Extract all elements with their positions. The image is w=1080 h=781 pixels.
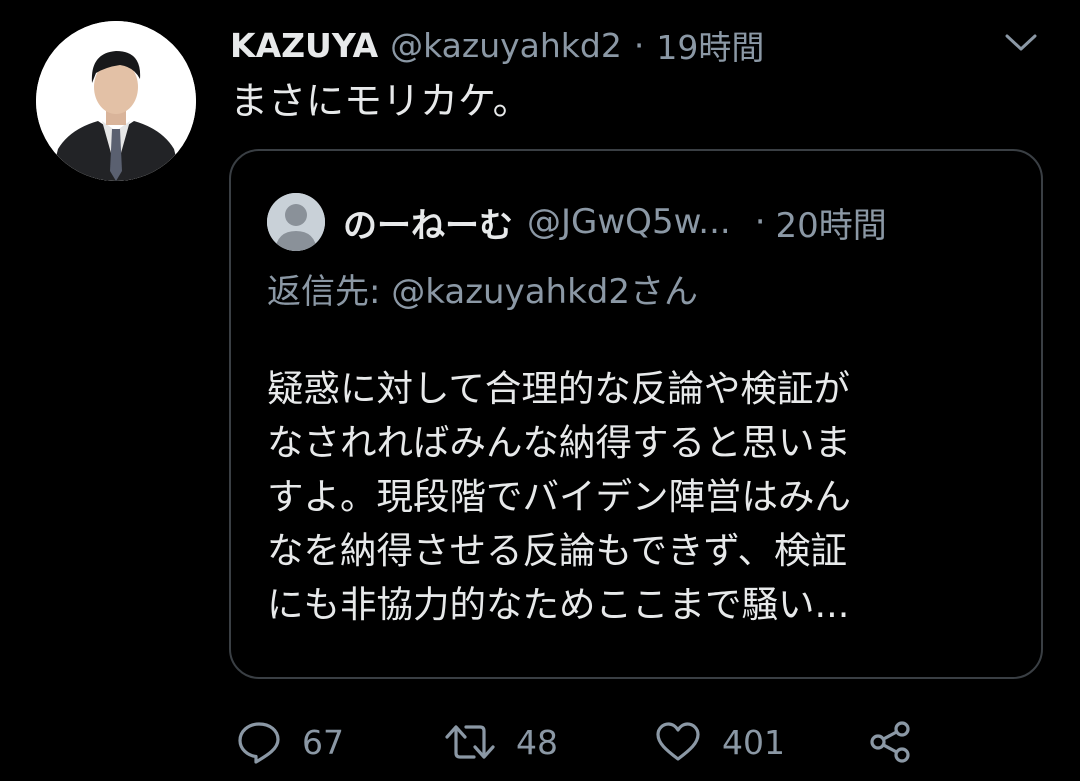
- quoted-text: 疑惑に対して合理的な反論や検証が なされればみんな納得すると思いま すよ。現段階…: [267, 367, 851, 626]
- retweet-icon: [445, 725, 495, 759]
- reply-count: 67: [302, 722, 344, 762]
- tweet-text: まさにモリカケ。: [230, 79, 531, 123]
- heart-icon: [656, 722, 700, 761]
- quoted-header: のーねーむ @JGwQ5w... · 20時間: [343, 193, 887, 251]
- quoted-tweet-card[interactable]: のーねーむ @JGwQ5w... · 20時間 返信先: @kazuyahkd2…: [229, 149, 1043, 679]
- retweet-button[interactable]: 48: [444, 714, 558, 770]
- quoted-avatar: [267, 193, 325, 251]
- reply-to-label: 返信先: @kazuyahkd2さん: [267, 272, 698, 312]
- share-button[interactable]: [866, 714, 914, 770]
- retweet-count: 48: [516, 722, 558, 762]
- like-button[interactable]: 401: [654, 714, 785, 770]
- quoted-timestamp: 20時間: [775, 205, 887, 246]
- tweet-header: KAZUYA @kazuyahkd2 · 19時間: [230, 22, 764, 68]
- tweet: KAZUYA @kazuyahkd2 · 19時間 まさにモリカケ。 のーねーむ…: [0, 0, 1080, 781]
- reply-icon: [238, 722, 280, 764]
- default-avatar-icon: [267, 193, 325, 251]
- chevron-down-icon[interactable]: [1000, 26, 1042, 60]
- separator-dot: ·: [754, 202, 766, 242]
- author-handle[interactable]: @kazuyahkd2: [390, 26, 622, 65]
- reply-button[interactable]: 67: [236, 714, 344, 770]
- avatar[interactable]: [36, 21, 196, 181]
- share-icon: [870, 721, 910, 763]
- action-bar: 67 48 401: [236, 714, 956, 770]
- timestamp[interactable]: 19時間: [656, 21, 764, 69]
- like-count: 401: [722, 722, 785, 762]
- separator-dot: ·: [633, 25, 645, 65]
- author-name[interactable]: KAZUYA: [230, 26, 378, 65]
- quoted-author-name: のーねーむ: [343, 205, 513, 246]
- quoted-author-handle: @JGwQ5w...: [527, 202, 731, 242]
- avatar-photo: [36, 21, 196, 181]
